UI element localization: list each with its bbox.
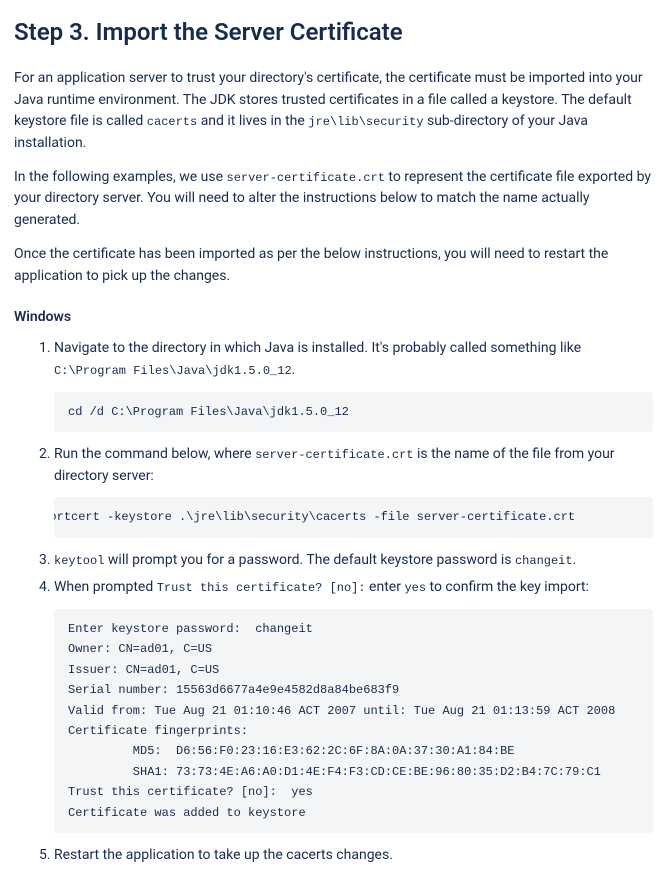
para1-text2: and it lives in the bbox=[197, 113, 308, 129]
step3-code2: changeit bbox=[515, 554, 573, 568]
para1-code2: jre\lib\security bbox=[308, 115, 423, 129]
step2-text1: Run the command below, where bbox=[54, 446, 255, 462]
step3-text1: will prompt you for a password. The defa… bbox=[104, 552, 515, 568]
step-4: When prompted Trust this certificate? [n… bbox=[54, 577, 653, 833]
step3-text2: . bbox=[573, 552, 577, 568]
step1-text2: . bbox=[292, 362, 296, 378]
code-block-1: cd /d C:\Program Files\Java\jdk1.5.0_12 bbox=[54, 392, 653, 432]
paragraph-3: Once the certificate has been imported a… bbox=[14, 244, 653, 287]
para2-text1: In the following examples, we use bbox=[14, 169, 227, 185]
step-2: Run the command below, where server-cert… bbox=[54, 444, 653, 538]
para1-code1: cacerts bbox=[147, 115, 197, 129]
windows-subheading: Windows bbox=[14, 307, 653, 328]
step-3: keytool will prompt you for a password. … bbox=[54, 550, 653, 572]
code-block-3: Enter keystore password: changeit Owner:… bbox=[54, 609, 653, 833]
step4-text2: enter bbox=[366, 579, 405, 595]
step-5: Restart the application to take up the c… bbox=[54, 845, 653, 867]
step1-text1: Navigate to the directory in which Java … bbox=[54, 340, 581, 356]
steps-list: Navigate to the directory in which Java … bbox=[14, 338, 653, 867]
section-heading: Step 3. Import the Server Certificate bbox=[14, 14, 653, 50]
paragraph-1: For an application server to trust your … bbox=[14, 68, 653, 155]
step4-code1: Trust this certificate? [no]: bbox=[157, 581, 366, 595]
paragraph-2: In the following examples, we use server… bbox=[14, 167, 653, 232]
step4-text3: to confirm the key import: bbox=[426, 579, 589, 595]
code-block-2: keytool -importcert -keystore .\jre\lib\… bbox=[54, 497, 653, 537]
step-1: Navigate to the directory in which Java … bbox=[54, 338, 653, 432]
step4-text1: When prompted bbox=[54, 579, 157, 595]
para2-code1: server-certificate.crt bbox=[227, 171, 385, 185]
step1-code1: C:\Program Files\Java\jdk1.5.0_12 bbox=[54, 364, 292, 378]
step3-code1: keytool bbox=[54, 554, 104, 568]
step2-code1: server-certificate.crt bbox=[255, 448, 413, 462]
step4-code2: yes bbox=[404, 581, 426, 595]
